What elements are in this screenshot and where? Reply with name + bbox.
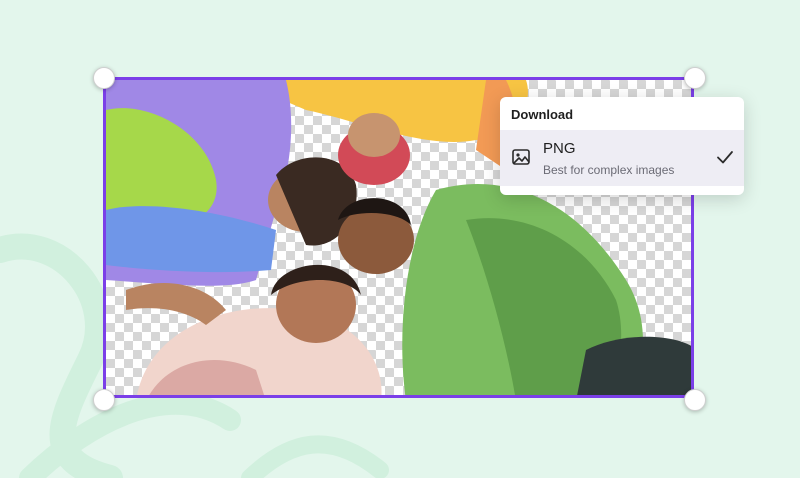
resize-handle-top-right[interactable] (684, 67, 706, 89)
menu-title: Download (511, 107, 574, 122)
image-icon (512, 149, 530, 165)
resize-handle-bottom-right[interactable] (684, 389, 706, 411)
resize-handle-bottom-left[interactable] (93, 389, 115, 411)
file-type-option-png[interactable]: PNG Best for complex images (500, 130, 744, 186)
option-description: Best for complex images (543, 163, 675, 177)
checkmark-icon (717, 151, 733, 164)
option-name: PNG (543, 140, 576, 157)
resize-handle-top-left[interactable] (93, 67, 115, 89)
download-menu: Download PNG Best for complex images (500, 97, 744, 195)
